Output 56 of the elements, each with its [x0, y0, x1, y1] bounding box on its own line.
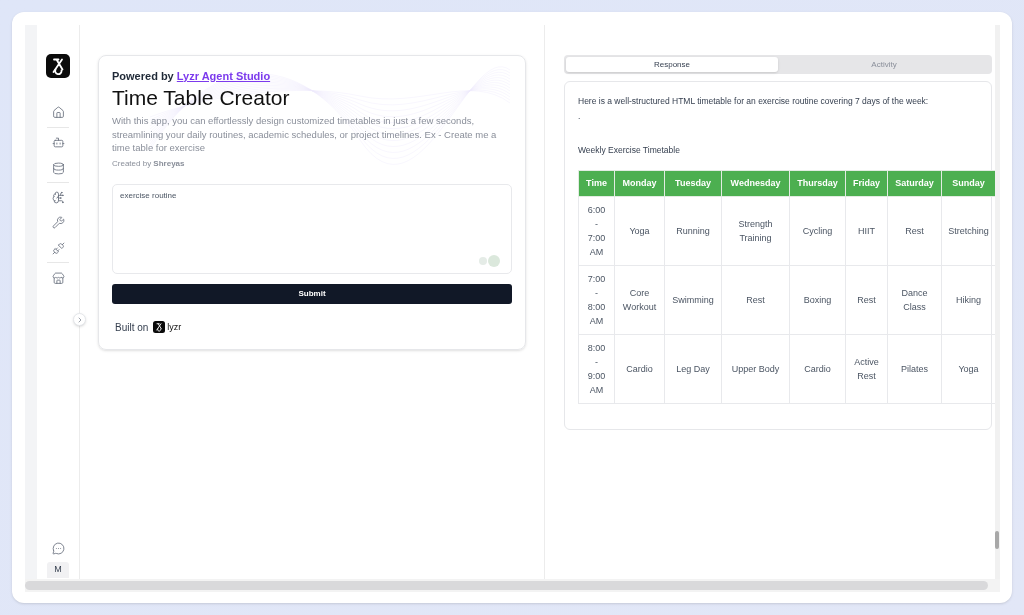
app-title: Time Table Creator: [112, 85, 291, 111]
table-cell: Dance Class: [887, 265, 942, 335]
table-cell: Pilates: [887, 334, 942, 404]
submit-button[interactable]: Submit: [112, 283, 512, 304]
store-icon[interactable]: [51, 271, 65, 285]
table-cell: HIIT: [845, 196, 888, 266]
table-cell: Running: [664, 196, 722, 266]
user-avatar[interactable]: M: [47, 562, 69, 578]
table-cell: Core Workout: [614, 265, 665, 335]
table-cell: Active Rest: [845, 334, 888, 404]
studio-link[interactable]: Lyzr Agent Studio: [176, 70, 271, 82]
table-cell: Upper Body: [721, 334, 790, 404]
logo-icon: [46, 54, 70, 78]
brain-icon[interactable]: [51, 190, 65, 204]
column-header: Wednesday: [721, 170, 790, 197]
column-header: Sunday: [941, 170, 996, 197]
column-header: Friday: [845, 170, 888, 197]
table-cell: 7:00 - 8:00 AM: [578, 265, 615, 335]
table-cell: Yoga: [614, 196, 665, 266]
table-cell: Rest: [887, 196, 942, 266]
column-header: Monday: [614, 170, 665, 197]
prompt-input[interactable]: exercise routine: [112, 183, 512, 274]
wrench-icon[interactable]: [51, 215, 65, 229]
built-on-label: Built on: [115, 320, 149, 335]
column-header: Time: [578, 170, 615, 197]
logo-wordmark: lyzr: [167, 322, 182, 332]
table-cell: Cardio: [614, 334, 665, 404]
chat-icon[interactable]: [51, 541, 65, 555]
table-cell: Swimming: [664, 265, 722, 335]
logo-icon: [153, 321, 166, 333]
created-by-text: Created by Shreyas: [112, 157, 186, 170]
powered-by-text: Powered by Lyzr Agent Studio: [112, 69, 272, 83]
response-intro: Here is a well-structured HTML timetable for an exercise routine covering 7 days of the week:: [578, 95, 930, 107]
table-cell: Cardio: [789, 334, 846, 404]
table-cell: 6:00 - 7:00 AM: [578, 196, 615, 266]
home-icon[interactable]: [51, 105, 65, 119]
column-header: Tuesday: [664, 170, 722, 197]
table-cell: Leg Day: [664, 334, 722, 404]
table-cell: Rest: [845, 265, 888, 335]
column-header: Saturday: [887, 170, 942, 197]
bullet-text: .: [578, 110, 581, 122]
table-cell: 8:00 - 9:00 AM: [578, 334, 615, 404]
tab[interactable]: Response: [566, 57, 778, 72]
app-description: With this app, you can effortlessly design customized timetables in just a few seconds, streamlining your daily routines, academic schedules, or project timelines. Ex - Create me a time table for exercise: [112, 114, 498, 155]
table-cell: Boxing: [789, 265, 846, 335]
collapse-button[interactable]: [73, 313, 86, 326]
bot-icon[interactable]: [51, 135, 65, 149]
table-cell: Cycling: [789, 196, 846, 266]
database-icon[interactable]: [51, 161, 65, 175]
column-header: Thursday: [789, 170, 846, 197]
plug-icon[interactable]: [51, 241, 65, 255]
vertical-scrollbar[interactable]: [995, 25, 1000, 579]
table-cell: Strength Training: [721, 196, 790, 266]
table-cell: Rest: [721, 265, 790, 335]
horizontal-scrollbar[interactable]: [25, 579, 1000, 592]
table-title: Weekly Exercise Timetable: [578, 144, 681, 156]
